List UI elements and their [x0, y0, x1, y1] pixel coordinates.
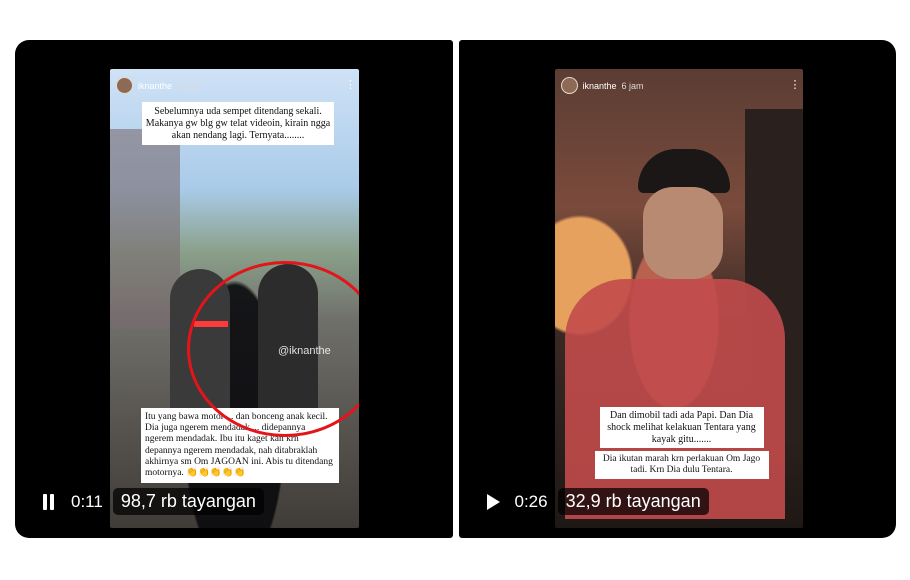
video-frame-2: iknanthe 6 jam ⋮ Dan dimobil tadi ada Pa… [554, 69, 803, 528]
video-grid: iknanthe 6 jam ⋮ Sebelumnya uda sempet d… [15, 40, 896, 538]
view-count: 98,7 rb tayangan [112, 488, 264, 515]
view-count: 32,9 rb tayangan [557, 488, 709, 515]
more-icon[interactable]: ⋮ [345, 78, 356, 91]
more-icon[interactable]: ⋮ [790, 78, 801, 91]
player-controls: 0:11 98,7 rb tayangan [35, 488, 264, 515]
avatar [116, 77, 133, 94]
avatar [560, 77, 578, 94]
story-caption-bottom: Dia ikutan marah krn perlakuan Om Jago t… [594, 451, 769, 480]
player-controls: 0:26 32,9 rb tayangan [479, 488, 709, 515]
story-header: iknanthe 6 jam ⋮ [116, 77, 356, 94]
video-frame-1: iknanthe 6 jam ⋮ Sebelumnya uda sempet d… [110, 69, 359, 528]
shirt-shape [564, 279, 785, 519]
pause-icon [41, 493, 55, 510]
story-caption-top: Dan dimobil tadi ada Papi. Dan Dia shock… [599, 407, 764, 449]
play-icon [486, 493, 500, 510]
story-header: iknanthe 6 jam ⋮ [560, 77, 801, 94]
elapsed-time: 0:26 [514, 491, 548, 511]
story-caption-top: Sebelumnya uda sempet ditendang sekali. … [142, 102, 334, 146]
face-shape [642, 187, 723, 279]
story-username: iknanthe [138, 80, 173, 91]
story-time: 6 jam [177, 80, 200, 91]
story-username: iknanthe [582, 80, 617, 91]
play-button[interactable] [479, 489, 505, 515]
story-time: 6 jam [621, 80, 644, 91]
video-player-1[interactable]: iknanthe 6 jam ⋮ Sebelumnya uda sempet d… [15, 40, 453, 538]
pause-button[interactable] [35, 489, 61, 515]
elapsed-time: 0:11 [71, 491, 103, 511]
video-player-2[interactable]: iknanthe 6 jam ⋮ Dan dimobil tadi ada Pa… [458, 40, 896, 538]
